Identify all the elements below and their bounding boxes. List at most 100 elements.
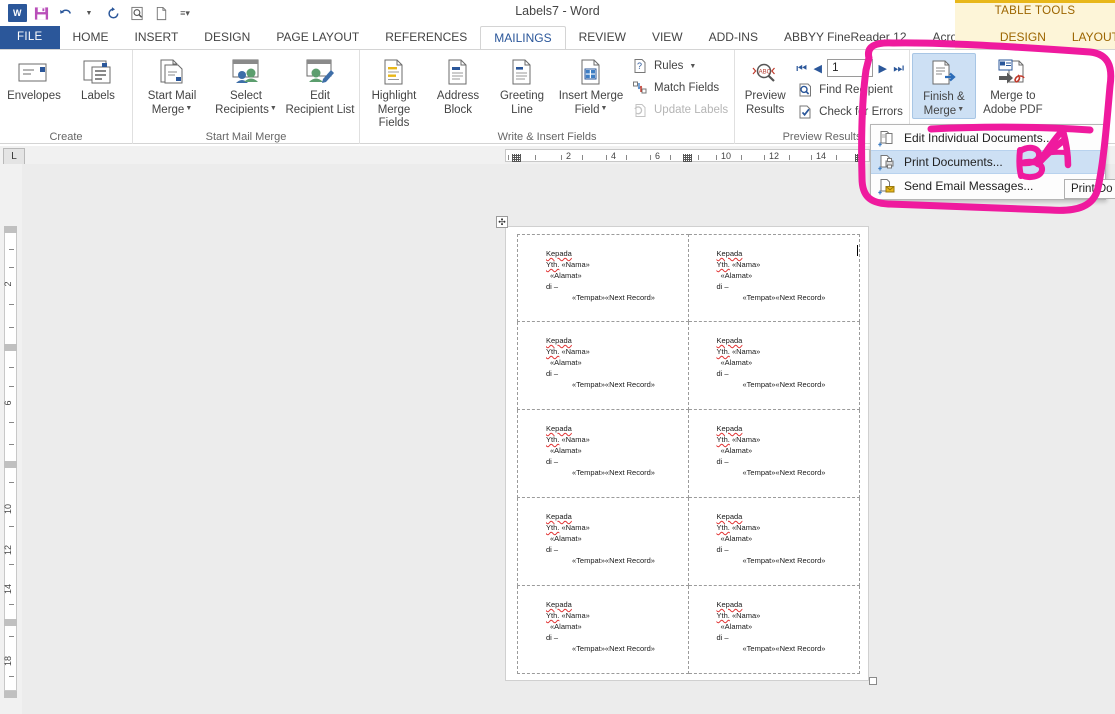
envelope-icon [17, 56, 51, 90]
table-row[interactable]: Kepada Yth. «Nama» «Alamat» di – «Tempat… [688, 498, 860, 586]
update-labels-icon [632, 102, 649, 119]
ribbon-group-start-mail-merge: Start Mail Merge▼ Select Recipients▼ Edi… [133, 50, 360, 144]
hruler-number-10: 10 [721, 151, 732, 161]
print-preview-icon[interactable] [126, 2, 148, 24]
svg-text:ABC: ABC [759, 70, 772, 76]
tab-add-ins[interactable]: ADD-INS [696, 26, 771, 49]
ribbon-group-create: Envelopes Labels Create [0, 50, 133, 144]
tab-design[interactable]: DESIGN [191, 26, 263, 49]
save-icon[interactable] [30, 2, 52, 24]
table-row[interactable]: Kepada Yth. «Nama» «Alamat» di – «Tempat… [517, 234, 689, 322]
tab-home[interactable]: HOME [60, 26, 122, 49]
find-recipient-label: Find Recipient [819, 84, 893, 96]
highlight-merge-fields-button[interactable]: Highlight Merge Fields [362, 53, 426, 131]
last-record-button[interactable]: ⏭ [892, 61, 905, 76]
check-for-errors-icon [797, 104, 814, 121]
table-row[interactable]: Kepada Yth. «Nama» «Alamat» di – «Tempat… [517, 322, 689, 410]
record-number-input[interactable]: 1 [827, 59, 874, 77]
table-row[interactable]: Kepada Yth. «Nama» «Alamat» di – «Tempat… [688, 234, 860, 322]
find-recipient-button[interactable]: Find Recipient [793, 79, 907, 101]
insert-merge-field-button[interactable]: Insert Merge Field▼ [554, 53, 628, 117]
label-field-alamat: «Alamat» [550, 445, 582, 455]
table-row[interactable]: Kepada Yth. «Nama» «Alamat» di – «Tempat… [517, 498, 689, 586]
chevron-down-icon[interactable]: ▼ [185, 105, 192, 112]
chevron-down-icon[interactable]: ▼ [957, 106, 964, 113]
envelopes-button[interactable]: Envelopes [2, 53, 66, 104]
address-block-icon [444, 56, 472, 90]
label-field-nama: «Nama» [731, 346, 761, 356]
vruler-number-18: 18 [3, 656, 13, 667]
tab-table-design[interactable]: DESIGN [987, 26, 1059, 49]
label-field-tempat: «Tempat»«Next Record» [742, 467, 826, 477]
group-label-write-insert-fields: Write & Insert Fields [497, 131, 597, 144]
table-row[interactable]: Kepada Yth. «Nama» «Alamat» di – «Tempat… [688, 586, 860, 674]
label-table[interactable]: Kepada Yth. «Nama» «Alamat» di – «Tempat… [517, 234, 860, 674]
label-line-1: Kepada [716, 336, 743, 345]
redo-icon[interactable] [102, 2, 124, 24]
vruler-number-12: 12 [3, 545, 13, 556]
tab-file[interactable]: FILE [0, 26, 60, 49]
table-resize-handle[interactable] [869, 677, 877, 685]
label-field-tempat: «Tempat»«Next Record» [572, 379, 655, 389]
print-documents-icon [878, 154, 895, 171]
table-row[interactable]: Kepada Yth. «Nama» «Alamat» di – «Tempat… [688, 410, 860, 498]
document-page[interactable]: ✣ Kepada Yth. «Nama» «Alamat» di – «Temp… [496, 216, 869, 681]
label-line-1: Kepada [546, 600, 572, 609]
preview-results-button[interactable]: ABC Preview Results [737, 53, 793, 117]
horizontal-ruler-track[interactable]: 2 4 6 10 12 14 [505, 149, 870, 162]
table-row[interactable]: Kepada Yth. «Nama» «Alamat» di – «Tempat… [517, 586, 689, 674]
check-for-errors-label: Check for Errors [819, 106, 903, 118]
group-label-create: Create [49, 130, 83, 143]
label-field-nama: «Nama» [561, 259, 590, 269]
label-field-alamat: «Alamat» [550, 621, 582, 631]
undo-icon[interactable] [54, 2, 76, 24]
table-column-marker[interactable] [683, 154, 692, 162]
undo-dropdown-icon[interactable]: ▼ [78, 2, 100, 24]
match-fields-button[interactable]: Match Fields [628, 77, 732, 99]
tab-abbyy-finereader[interactable]: ABBYY FineReader 12 [771, 26, 920, 49]
next-record-button[interactable]: ▶ [876, 62, 889, 75]
first-record-button[interactable]: ⏮ [795, 61, 808, 76]
new-document-icon[interactable] [150, 2, 172, 24]
document-canvas[interactable]: ✣ Kepada Yth. «Nama» «Alamat» di – «Temp… [22, 164, 1115, 714]
start-mail-merge-button[interactable]: Start Mail Merge▼ [135, 53, 209, 117]
label-line-1: Kepada [546, 249, 572, 258]
previous-record-button[interactable]: ◀ [811, 62, 824, 75]
label-field-tempat: «Tempat»«Next Record» [742, 292, 826, 302]
chevron-down-icon[interactable]: ▼ [601, 105, 608, 112]
tab-view[interactable]: VIEW [639, 26, 696, 49]
label-line-4: di – [546, 544, 559, 554]
table-column-marker[interactable] [512, 154, 521, 162]
table-row[interactable]: Kepada Yth. «Nama» «Alamat» di – «Tempat… [688, 322, 860, 410]
menu-item-print-documents[interactable]: Print Documents... [871, 150, 1105, 174]
finish-and-merge-button[interactable]: Finish & Merge▼ [911, 53, 976, 120]
edit-recipient-list-button[interactable]: Edit Recipient List [283, 53, 357, 117]
tab-review[interactable]: REVIEW [566, 26, 639, 49]
tab-mailings[interactable]: MAILINGS [480, 26, 566, 49]
tab-stop-selector[interactable]: L [3, 148, 25, 165]
greeting-line-button[interactable]: Greeting Line [490, 53, 554, 117]
vertical-ruler[interactable]: 2 6 10 12 14 18 [0, 164, 22, 714]
check-for-errors-button[interactable]: Check for Errors [793, 101, 907, 123]
label-field-alamat: «Alamat» [720, 533, 753, 543]
table-row[interactable]: Kepada Yth. «Nama» «Alamat» di – «Tempat… [517, 410, 689, 498]
label-field-tempat: «Tempat»«Next Record» [742, 555, 826, 565]
label-line-4: di – [716, 456, 729, 466]
address-block-button[interactable]: Address Block [426, 53, 490, 117]
chevron-down-icon[interactable]: ▼ [689, 63, 696, 70]
labels-icon [81, 56, 115, 90]
chevron-down-icon[interactable]: ▼ [270, 105, 277, 112]
tab-references[interactable]: REFERENCES [372, 26, 480, 49]
tab-table-layout[interactable]: LAYOUT [1059, 26, 1115, 49]
merge-to-adobe-pdf-label-1: Merge to [990, 90, 1036, 102]
table-move-handle[interactable]: ✣ [496, 216, 508, 228]
table-column-marker[interactable] [855, 154, 864, 162]
tab-insert[interactable]: INSERT [122, 26, 192, 49]
rules-button[interactable]: ? Rules ▼ [628, 55, 732, 77]
select-recipients-button[interactable]: Select Recipients▼ [209, 53, 283, 117]
tab-page-layout[interactable]: PAGE LAYOUT [263, 26, 372, 49]
customize-quick-access-icon[interactable]: ≡▾ [174, 2, 196, 24]
labels-button[interactable]: Labels [66, 53, 130, 104]
menu-item-edit-individual-documents[interactable]: Edit Individual Documents... [871, 126, 1105, 150]
merge-to-adobe-pdf-button[interactable]: Merge to Adobe PDF [976, 53, 1050, 117]
